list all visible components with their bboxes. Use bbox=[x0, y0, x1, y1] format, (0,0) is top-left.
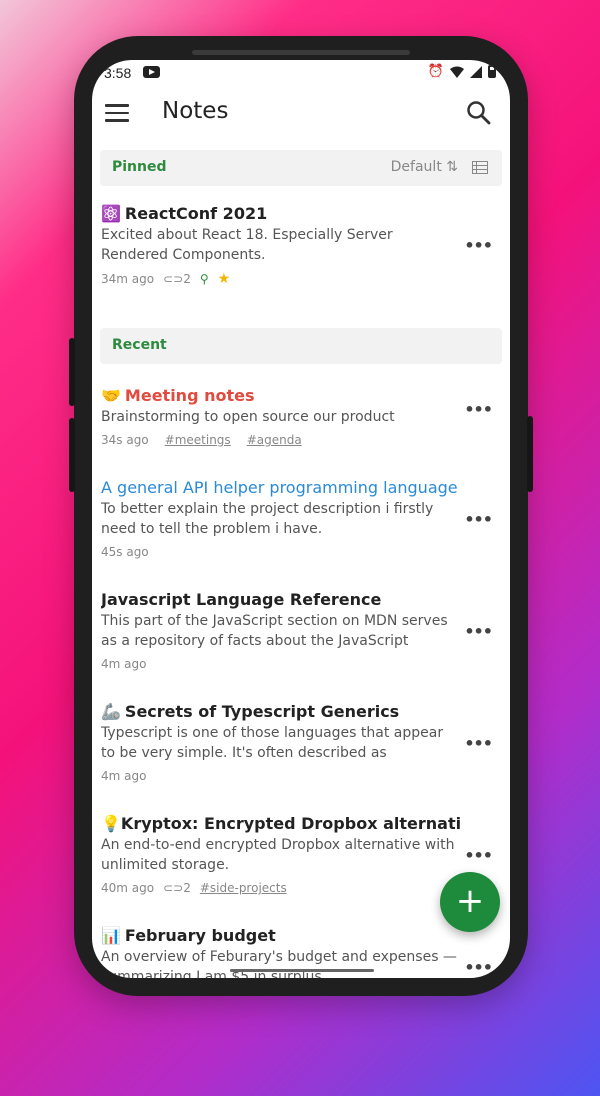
note-title: 🤝 Meeting notes bbox=[101, 386, 255, 405]
status-time: 3:58 bbox=[104, 65, 132, 81]
volume-up-button bbox=[69, 338, 75, 406]
attachment-count: ⊂⊃2 bbox=[163, 272, 191, 286]
youtube-icon bbox=[143, 66, 160, 78]
status-bar: 3:58 ⏰ bbox=[92, 60, 510, 90]
note-title: 🦾 Secrets of Typescript Generics bbox=[101, 702, 400, 721]
note-item[interactable]: 🦾 Secrets of Typescript Generics Typescri… bbox=[92, 702, 510, 814]
note-meta: 40m ago ⊂⊃2 #side-projects bbox=[101, 881, 460, 895]
menu-icon[interactable] bbox=[105, 104, 129, 122]
note-meta: 45s ago bbox=[101, 545, 460, 559]
note-description: An end-to-end encrypted Dropbox alternat… bbox=[101, 837, 455, 873]
note-emoji-icon: 🦾 bbox=[101, 702, 121, 721]
note-meta: 34m ago ⊂⊃2 ⚲ ★ bbox=[101, 271, 460, 287]
signal-icon bbox=[470, 65, 482, 78]
note-time: 4m ago bbox=[101, 769, 147, 783]
note-emoji-icon: 🤝 bbox=[101, 386, 121, 405]
list-view-icon[interactable] bbox=[472, 161, 488, 174]
more-options-icon[interactable]: ••• bbox=[464, 846, 493, 865]
note-meta: 34s ago #meetings #agenda bbox=[101, 433, 460, 447]
recent-section-header: Recent bbox=[100, 328, 502, 364]
battery-icon bbox=[488, 65, 496, 78]
note-title: 📊 February budget bbox=[101, 926, 276, 945]
speaker-grille bbox=[192, 50, 410, 55]
note-emoji-icon: ⚛️ bbox=[101, 204, 121, 223]
attachment-count: ⊂⊃2 bbox=[163, 881, 191, 895]
home-indicator bbox=[230, 969, 374, 972]
pin-icon: ⚲ bbox=[199, 272, 209, 286]
pinned-section-title: Pinned bbox=[112, 159, 167, 175]
note-description: An overview of Feburary's budget and exp… bbox=[101, 949, 457, 978]
note-time: 34s ago bbox=[101, 433, 149, 447]
note-title: A general API helper programming languag… bbox=[101, 478, 458, 497]
more-options-icon[interactable]: ••• bbox=[464, 400, 493, 419]
status-icons: ⏰ bbox=[428, 64, 496, 79]
note-time: 34m ago bbox=[101, 272, 155, 286]
note-item[interactable]: 🤝 Meeting notes Brainstorming to open sou… bbox=[92, 386, 510, 478]
note-emoji-icon: 💡 bbox=[101, 814, 121, 833]
wifi-icon bbox=[450, 66, 464, 78]
tag-link[interactable]: #side-projects bbox=[200, 881, 287, 895]
note-item[interactable]: Javascript Language Reference This part … bbox=[92, 590, 510, 702]
note-title: ⚛️ ReactConf 2021 bbox=[101, 204, 268, 223]
note-item[interactable]: ⚛️ ReactConf 2021 Excited about React 18.… bbox=[92, 204, 510, 344]
alarm-icon: ⏰ bbox=[427, 64, 444, 79]
power-button bbox=[527, 416, 533, 492]
app-bar: Notes bbox=[92, 90, 510, 146]
more-options-icon[interactable]: ••• bbox=[464, 622, 493, 641]
note-time: 40m ago bbox=[101, 881, 155, 895]
sort-label: Default bbox=[390, 159, 442, 175]
note-description: To better explain the project descriptio… bbox=[101, 501, 434, 537]
recent-section-title: Recent bbox=[112, 337, 167, 353]
note-description: Brainstorming to open source our product bbox=[101, 409, 395, 425]
pinned-section-header: Pinned Default ⇅ bbox=[100, 150, 502, 186]
search-icon[interactable] bbox=[466, 100, 492, 126]
note-meta: 4m ago bbox=[101, 769, 460, 783]
note-time: 4m ago bbox=[101, 657, 147, 671]
more-options-icon[interactable]: ••• bbox=[464, 734, 493, 753]
more-options-icon[interactable]: ••• bbox=[464, 958, 493, 977]
note-title: 💡Kryptox: Encrypted Dropbox alternative bbox=[101, 814, 460, 833]
page-title: Notes bbox=[162, 98, 229, 124]
add-note-button[interactable]: + bbox=[440, 872, 500, 932]
more-options-icon[interactable]: ••• bbox=[464, 510, 493, 529]
note-description: This part of the JavaScript section on M… bbox=[101, 613, 448, 649]
tag-link[interactable]: #meetings bbox=[165, 433, 231, 447]
note-description: Excited about React 18. Especially Serve… bbox=[101, 227, 393, 263]
note-item[interactable]: A general API helper programming languag… bbox=[92, 478, 510, 590]
note-emoji-icon: 📊 bbox=[101, 926, 121, 945]
volume-down-button bbox=[69, 418, 75, 492]
more-options-icon[interactable]: ••• bbox=[464, 236, 493, 255]
phone-frame: 3:58 ⏰ Notes Pinned Default ⇅ ⚛️ ReactCo… bbox=[69, 36, 533, 996]
sort-selector[interactable]: Default ⇅ bbox=[391, 159, 458, 175]
note-meta: 4m ago bbox=[101, 657, 460, 671]
tag-link[interactable]: #agenda bbox=[247, 433, 302, 447]
note-description: Typescript is one of those languages tha… bbox=[101, 725, 444, 761]
sort-order-icon: ⇅ bbox=[446, 159, 458, 175]
note-title: Javascript Language Reference bbox=[101, 590, 382, 609]
star-icon: ★ bbox=[217, 271, 231, 287]
screen: 3:58 ⏰ Notes Pinned Default ⇅ ⚛️ ReactCo… bbox=[92, 60, 510, 978]
note-time: 45s ago bbox=[101, 545, 149, 559]
